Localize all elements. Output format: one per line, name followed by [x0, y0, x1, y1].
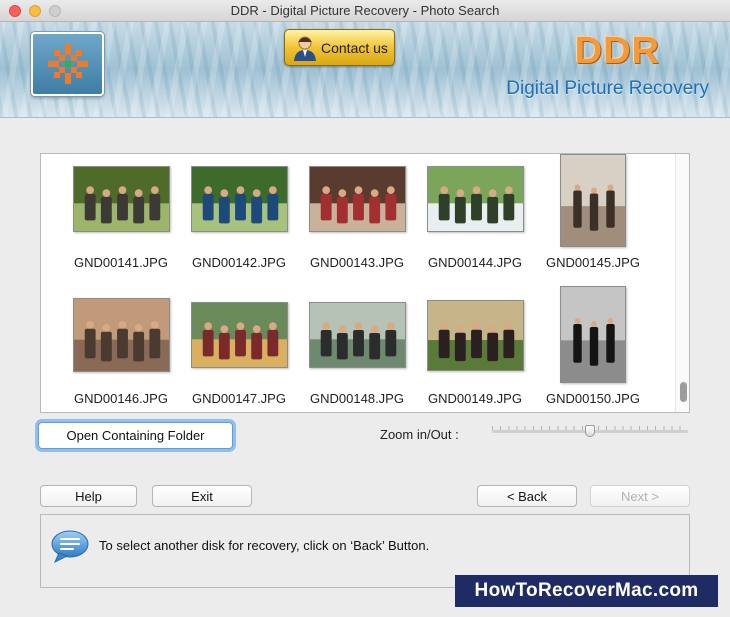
photo-thumbnail[interactable] — [426, 300, 524, 371]
open-containing-folder-button[interactable]: Open Containing Folder — [38, 422, 233, 449]
window-titlebar: DDR - Digital Picture Recovery - Photo S… — [0, 0, 730, 22]
vertical-scrollbar[interactable] — [675, 154, 689, 412]
close-window-button[interactable] — [9, 5, 21, 17]
photo-filename: GND00150.JPG — [546, 391, 640, 406]
support-person-icon — [294, 36, 316, 61]
contact-us-label: Contact us — [321, 39, 388, 56]
back-button[interactable]: < Back — [477, 485, 577, 507]
next-button[interactable]: Next > — [590, 485, 690, 507]
photo-item[interactable]: GND00148.JPG — [298, 154, 416, 412]
photo-results-panel: GND00141.JPG GND00142.JPG GND00143.JPG GND0… — [40, 153, 690, 413]
speech-bubble-icon — [51, 530, 89, 563]
contact-us-button[interactable]: Contact us — [284, 29, 395, 66]
photo-thumbnail[interactable] — [308, 302, 406, 368]
info-message-text: To select another disk for recovery, cli… — [99, 538, 430, 553]
exit-button[interactable]: Exit — [152, 485, 252, 507]
app-logo — [31, 32, 104, 96]
zoom-slider-knob[interactable] — [585, 425, 595, 437]
photo-item[interactable]: GND00147.JPG — [180, 154, 298, 412]
minimize-window-button[interactable] — [29, 5, 41, 17]
photo-item[interactable]: GND00149.JPG — [416, 154, 534, 412]
help-button[interactable]: Help — [40, 485, 137, 507]
window-title: DDR - Digital Picture Recovery - Photo S… — [230, 3, 500, 18]
recovery-logo-icon — [47, 44, 88, 84]
photo-grid: GND00141.JPG GND00142.JPG GND00143.JPG GND0… — [41, 154, 677, 412]
scrollbar-thumb[interactable] — [680, 382, 687, 402]
photo-thumbnail[interactable] — [560, 286, 626, 383]
photo-thumbnail[interactable] — [190, 302, 288, 368]
brand-subtitle: Digital Picture Recovery — [506, 78, 709, 99]
header-banner: Contact us DDR Digital Picture Recovery — [0, 22, 730, 118]
watermark-banner: HowToRecoverMac.com — [455, 575, 718, 607]
photo-item[interactable]: GND00146.JPG — [62, 154, 180, 412]
photo-item[interactable]: GND00150.JPG — [534, 154, 652, 412]
zoom-window-button[interactable] — [49, 5, 61, 17]
brand-title: DDR — [574, 30, 660, 72]
photo-thumbnail[interactable] — [72, 298, 170, 372]
window-controls — [9, 5, 61, 17]
zoom-label: Zoom in/Out : — [380, 427, 459, 442]
